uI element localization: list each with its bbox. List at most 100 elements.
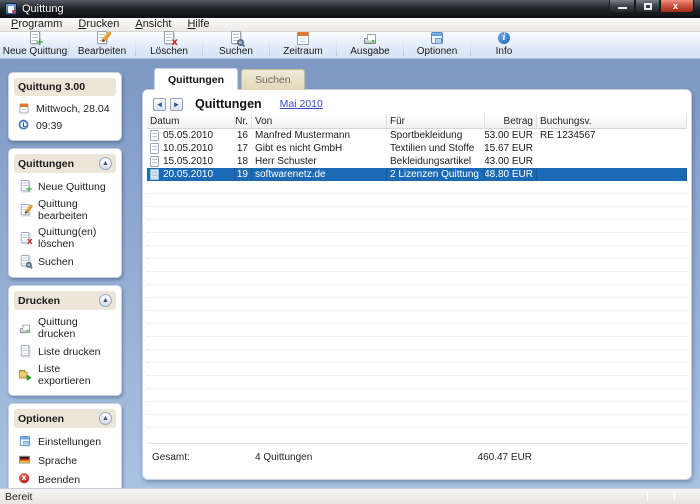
sidebar-item-label: Quittung drucken (38, 316, 115, 340)
minimize-button[interactable] (609, 0, 635, 13)
cell-nr: 19 (235, 168, 252, 181)
window-controls: x (609, 0, 694, 13)
content-area: Quittung 3.00 Mittwoch, 28.04 09:39 Quit… (0, 59, 700, 488)
sidebar-item-liste-exportieren[interactable]: Liste exportieren (14, 361, 116, 389)
info-icon: i (496, 31, 512, 46)
receipt-doc-icon (150, 156, 159, 167)
empty-row (147, 311, 687, 324)
column-header-von[interactable]: Von (252, 114, 387, 128)
section-header: Quittungen ▲ (14, 154, 116, 173)
toolbar-output-button[interactable]: Ausgabe (337, 32, 403, 58)
toolbar-search-button[interactable]: Suchen (203, 32, 269, 58)
cell-nr: 17 (235, 142, 252, 155)
total-label: Gesamt: (152, 452, 190, 463)
cell-von: Herr Schuster (252, 155, 387, 168)
cell-betrag: 53.00 EUR (485, 129, 537, 142)
column-header-buchungsv[interactable]: Buchungsv. (537, 114, 687, 128)
column-header-datum[interactable]: Datum (147, 114, 235, 128)
tab-suchen[interactable]: Suchen (241, 69, 305, 90)
empty-row (147, 194, 687, 207)
column-header-nr[interactable]: Nr. (235, 114, 252, 128)
sidebar-info-panel: Quittung 3.00 Mittwoch, 28.04 09:39 (8, 72, 122, 141)
empty-row (147, 259, 687, 272)
minimize-icon (618, 7, 627, 9)
collapse-button[interactable]: ▲ (99, 157, 112, 170)
toolbar-label: Bearbeiten (78, 46, 126, 57)
next-period-button[interactable]: ► (170, 98, 183, 111)
empty-row (147, 246, 687, 259)
collapse-button[interactable]: ▲ (99, 412, 112, 425)
menu-drucken[interactable]: Drucken (70, 18, 127, 31)
status-text: Bereit (5, 491, 32, 503)
sidebar-item-neue-quittung[interactable]: + Neue Quittung (14, 177, 116, 196)
menu-hilfe[interactable]: Hilfe (179, 18, 217, 31)
toolbar-edit-button[interactable]: Bearbeiten (69, 32, 135, 58)
previous-period-button[interactable]: ◄ (153, 98, 166, 111)
empty-row (147, 350, 687, 363)
collapse-button[interactable]: ▲ (99, 294, 112, 307)
table-row[interactable]: 10.05.2010 17 Gibt es nicht GmbH Textili… (147, 142, 687, 155)
toolbar-label: Optionen (417, 46, 458, 57)
delete-receipt-icon: x (161, 31, 177, 46)
period-link[interactable]: Mai 2010 (280, 98, 323, 110)
page-title: Quittungen (195, 97, 262, 111)
search-icon (18, 255, 32, 268)
settings-icon (18, 435, 32, 448)
column-header-fuer[interactable]: Für (387, 114, 485, 128)
table-row[interactable]: 15.05.2010 18 Herr Schuster Bekleidungsa… (147, 155, 687, 168)
menu-ansicht[interactable]: Ansicht (127, 18, 179, 31)
maximize-button[interactable] (635, 0, 660, 13)
toolbar-period-button[interactable]: Zeitraum (270, 32, 336, 58)
sidebar-item-liste-drucken[interactable]: Liste drucken (14, 342, 116, 361)
sidebar-item-sprache[interactable]: Sprache (14, 451, 116, 470)
current-date: Mittwoch, 28.04 (36, 103, 110, 115)
receipt-doc-icon (150, 169, 159, 180)
empty-row (147, 285, 687, 298)
toolbar-new-receipt-button[interactable]: + Neue Quittung (2, 32, 68, 58)
sidebar-section-optionen: Optionen ▲ Einstellungen Sprache x Beend… (8, 403, 122, 496)
receipt-count: 4 Quittungen (255, 452, 312, 463)
empty-row (147, 389, 687, 402)
cell-betrag: 48.80 EUR (485, 168, 537, 181)
statusbar: Bereit (0, 488, 700, 504)
sidebar-item-quittung-drucken[interactable]: Quittung drucken (14, 314, 116, 342)
new-receipt-icon: + (27, 31, 43, 46)
empty-row (147, 337, 687, 350)
sidebar-item-quittung-bearbeiten[interactable]: Quittung bearbeiten (14, 196, 116, 224)
clock-icon (18, 120, 31, 132)
search-icon (228, 31, 244, 46)
menu-programm[interactable]: Programm (3, 18, 70, 31)
cell-buchungsv (537, 168, 687, 181)
sidebar-item-suchen[interactable]: Suchen (14, 252, 116, 271)
panel-header: ◄ ► Quittungen Mai 2010 (153, 95, 323, 113)
column-header-betrag[interactable]: Betrag (485, 114, 537, 128)
cell-buchungsv: RE 1234567 (537, 129, 687, 142)
empty-row (147, 324, 687, 337)
german-flag-icon (18, 454, 32, 467)
menubar: Programm Drucken Ansicht Hilfe (0, 18, 700, 32)
maximize-icon (644, 3, 652, 10)
cell-nr: 16 (235, 129, 252, 142)
table-row-selected[interactable]: 20.05.2010 19 softwarenetz.de 2 Lizenzen… (147, 168, 687, 181)
toolbar-options-button[interactable]: Optionen (404, 32, 470, 58)
tab-quittungen[interactable]: Quittungen (154, 68, 238, 90)
printer-icon (18, 322, 32, 335)
sidebar-section-quittungen: Quittungen ▲ + Neue Quittung Quittung be… (8, 148, 122, 278)
cell-von: Manfred Mustermann (252, 129, 387, 142)
edit-receipt-icon (18, 204, 32, 217)
close-button[interactable]: x (660, 0, 694, 13)
sidebar-item-beenden[interactable]: x Beenden (14, 470, 116, 489)
sidebar-item-einstellungen[interactable]: Einstellungen (14, 432, 116, 451)
section-header: Optionen ▲ (14, 409, 116, 428)
table-footer: Gesamt: 4 Quittungen 460.47 EUR (147, 443, 687, 471)
toolbar-info-button[interactable]: i Info (471, 32, 537, 58)
empty-row (147, 363, 687, 376)
cell-datum: 05.05.2010 (163, 130, 213, 141)
table-header-row: Datum Nr. Von Für Betrag Buchungsv. (147, 114, 687, 129)
table-row[interactable]: 05.05.2010 16 Manfred Mustermann Sportbe… (147, 129, 687, 142)
cell-von: Gibt es nicht GmbH (252, 142, 387, 155)
delete-receipt-icon: x (18, 232, 32, 245)
sidebar-item-quittungen-loeschen[interactable]: x Quittung(en) löschen (14, 224, 116, 252)
cell-fuer: Textilien und Stoffe (387, 142, 485, 155)
toolbar-delete-button[interactable]: x Löschen (136, 32, 202, 58)
